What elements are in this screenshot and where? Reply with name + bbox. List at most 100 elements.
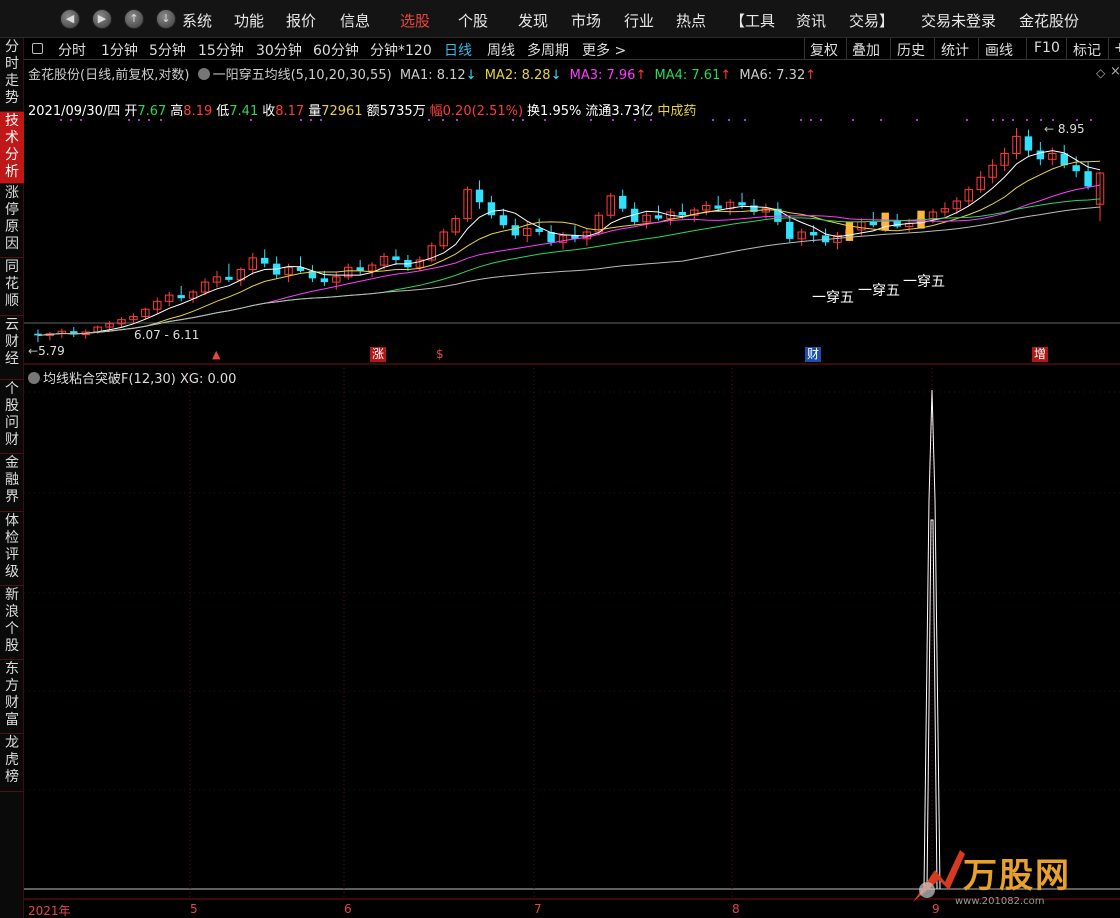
candle-body [678,211,687,216]
signal-dot [128,119,130,121]
ma1-value: MA1: 8.12↓ [399,68,477,83]
signal-dot [160,119,162,121]
signal-dot [70,119,72,121]
quote-amount: 额5735万 [366,104,426,119]
x-label-aug: 8 [732,902,740,916]
signal-dot [634,119,636,121]
watermark-text: 万股网 [963,856,1071,896]
signal-dot [138,119,140,121]
signal-dot [522,119,524,121]
signal-dot [1026,119,1028,121]
signal-dot [590,119,592,121]
lower-indicator-dropdown-icon[interactable] [28,372,40,384]
signal-dot [456,119,458,121]
event-marker-increase[interactable]: 增 [1032,347,1048,362]
signal-label-2: 一穿五 [858,283,900,299]
min-price-label: ←5.79 [28,344,65,358]
chart-header-line: 金花股份(日线,前复权,对数) 一阳穿五均线(5,10,20,30,55) MA… [28,64,820,83]
x-label-year: 2021年 [28,904,71,918]
signal-label-1: 一穿五 [812,290,854,306]
candle-body [320,278,329,283]
signal-dot [80,119,82,121]
signal-dot [250,119,252,121]
quote-high: 8.19 [183,104,213,119]
ma4-value: MA4: 7.61↑ [654,68,732,83]
signal-dot [852,119,854,121]
signal-dot [650,119,652,121]
signal-dot [800,119,802,121]
candle-body [511,225,519,236]
candle-body [1036,150,1045,160]
candle-body [261,257,269,264]
signal-dot [810,119,812,121]
quote-volume: 72961 [321,104,363,119]
ma2-line [37,160,1101,336]
signal-dot [300,119,302,121]
lower-indicator-title: 均线粘合突破F(12,30) XG: 0.00 [28,368,236,387]
signal-candle [845,221,854,241]
candle-body [869,221,877,226]
candle-body [487,202,496,216]
signal-dot [1040,119,1042,121]
quote-turnover: 换1.95% [527,104,582,119]
lower-indicator-name[interactable]: 均线粘合突破F(12,30) [43,372,176,387]
quote-change: 幅0.20(2.51%) [429,104,524,119]
signal-dot [916,119,918,121]
signal-dot [442,119,444,121]
candle-body [1072,165,1080,172]
signal-dot [1052,119,1054,121]
x-label-jul: 7 [534,902,542,916]
signal-dot [1076,119,1078,121]
signal-dot [966,119,968,121]
candle-body [809,231,818,236]
quote-open: 7.67 [137,104,167,119]
watermark-logo: 万股网 www.201082.com [905,840,1105,910]
candle-body [225,276,233,280]
event-marker-dividend[interactable]: $ [436,347,444,361]
indicator-dropdown-icon[interactable] [197,68,210,80]
stock-title: 金花股份(日线,前复权,对数) [28,68,190,83]
x-label-may: 5 [190,902,198,916]
max-price-label: ← 8.95 [1044,122,1085,136]
ma3-value: MA3: 7.96↑ [569,68,647,83]
indicator-name[interactable]: 一阳穿五均线(5,10,20,30,55) [213,68,392,83]
candle-body [475,189,484,203]
candle-body [786,221,794,239]
close-icon[interactable]: × [1110,64,1120,79]
quote-close: 8.17 [275,104,305,119]
candle-body [177,295,185,299]
signal-dot [1090,119,1092,121]
range-label: 6.07 - 6.11 [134,328,200,342]
ma1-line [37,150,1101,336]
signal-dot [1012,119,1014,121]
event-marker-finance[interactable]: 财 [805,347,821,362]
signal-dot [820,119,822,121]
candle-body [619,195,627,209]
ma6-value: MA6: 7.32↑ [739,68,817,83]
kline-chart[interactable] [0,0,1120,918]
x-label-jun: 6 [344,902,352,916]
signal-dot [880,119,882,121]
quote-float: 流通3.73亿 [585,104,654,119]
quote-low: 7.41 [229,104,259,119]
candle-body [1024,136,1033,151]
signal-label-3: 一穿五 [903,274,945,290]
candle-body [738,202,746,206]
signal-dot [992,119,994,121]
ma3-line [37,184,1101,336]
signal-dot [428,119,430,121]
collapse-icon[interactable]: ◇ [1096,66,1105,80]
signal-dot [612,119,614,121]
signal-dot [728,119,730,121]
event-marker-limit-up[interactable]: 涨 [370,347,386,362]
signal-dot [60,119,62,121]
signal-dot [320,119,322,121]
quote-concept[interactable]: 中成药 [657,104,696,119]
quote-date: 2021/09/30/四 [28,104,121,119]
signal-dot [544,119,546,121]
candle-body [714,205,722,209]
signal-dot [512,119,514,121]
event-arrow-icon[interactable]: ▲ [212,348,220,361]
signal-dot [148,119,150,121]
candle-body [1060,153,1068,166]
